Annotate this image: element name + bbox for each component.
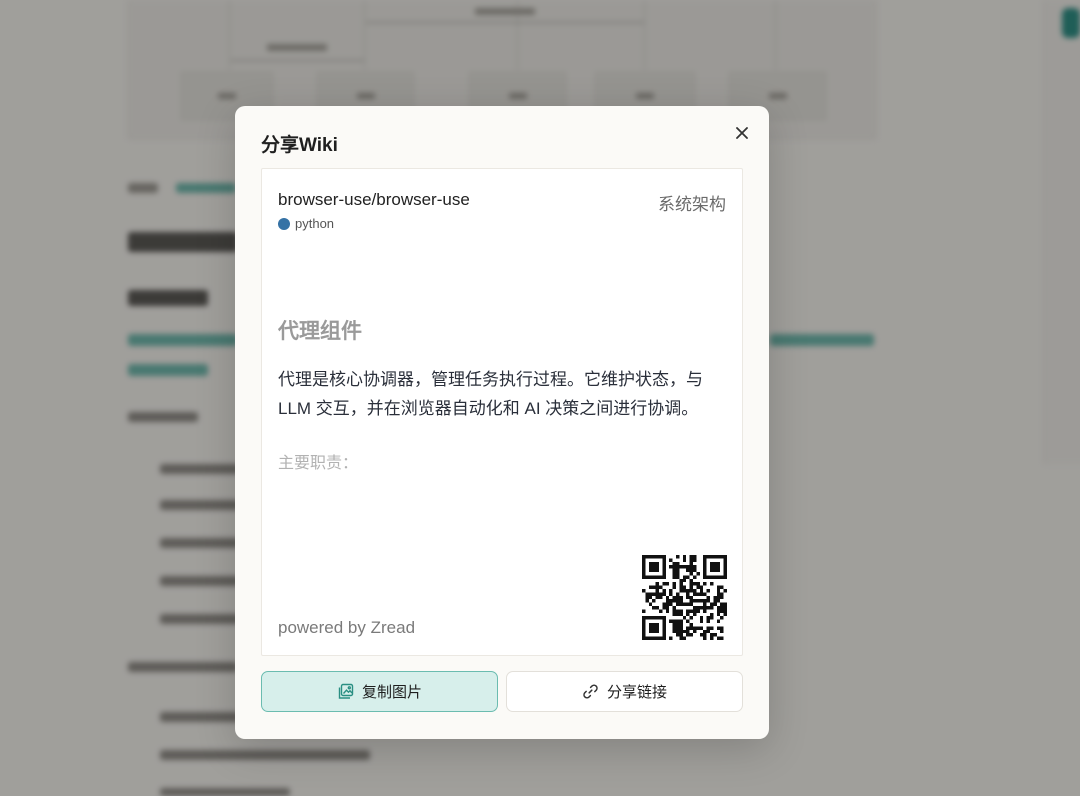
share-link-button[interactable]: 分享链接	[506, 671, 743, 712]
copy-image-button[interactable]: 复制图片	[261, 671, 498, 712]
close-button[interactable]	[731, 122, 753, 144]
close-icon	[736, 127, 748, 139]
share-link-label: 分享链接	[606, 684, 667, 701]
doc-subheading: 主要职责：	[278, 455, 359, 472]
language-name: python	[295, 216, 335, 231]
link-icon	[583, 684, 598, 699]
powered-by: powered by Zread	[278, 618, 416, 637]
doc-heading: 代理组件	[278, 320, 362, 343]
share-preview-card: browser-use/browser-use python 系统架构 代理组件…	[261, 168, 743, 656]
qr-code-icon	[642, 555, 727, 640]
section-name: 系统架构	[658, 195, 726, 214]
language-dot	[278, 217, 290, 230]
language-badge: python	[278, 216, 334, 231]
doc-body: 代理是核心协调器，管理任务执行过程。它维护状态，与 LLM 交互，并在浏览器自动…	[278, 370, 703, 418]
modal-title: 分享Wiki	[261, 135, 338, 156]
image-copy-icon	[338, 683, 354, 699]
repo-name: browser-use/browser-use	[278, 190, 470, 209]
share-wiki-modal: 分享Wiki browser-use/browser-use python 系统…	[235, 106, 769, 739]
copy-image-label: 复制图片	[361, 684, 422, 701]
